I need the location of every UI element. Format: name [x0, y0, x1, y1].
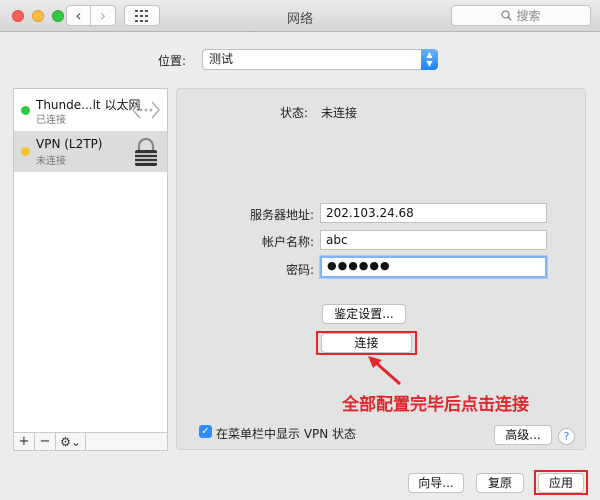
show-in-menubar-checkbox[interactable]: ✓ — [199, 425, 212, 438]
location-select[interactable]: 测试 ▲ ▼ — [202, 49, 438, 70]
service-item-vpn[interactable]: VPN (L2TP) 未连接 — [14, 131, 167, 172]
status-label: 状态: — [280, 106, 309, 120]
search-icon — [501, 10, 513, 21]
revert-button[interactable]: 复原 — [476, 473, 524, 493]
service-status: 未连接 — [36, 156, 66, 167]
help-button[interactable]: ? — [558, 428, 575, 445]
advanced-button[interactable]: 高级... — [494, 425, 552, 445]
account-name-label: 帐户名称: — [261, 235, 314, 249]
server-address-label: 服务器地址: — [249, 208, 314, 222]
annotation-arrow-icon — [368, 356, 401, 386]
title-bar: ‹ › 网络 搜索 — [0, 0, 600, 32]
select-arrows-icon: ▲ ▼ — [421, 49, 438, 70]
location-value: 测试 — [209, 52, 234, 66]
password-field[interactable]: ●●●●●● — [320, 256, 547, 278]
search-field[interactable]: 搜索 — [451, 5, 591, 26]
location-label: 位置: — [158, 54, 187, 68]
sidebar-toolbar: + − ⚙︎⌄ — [13, 432, 168, 451]
service-status: 已连接 — [36, 115, 66, 126]
password-label: 密码: — [285, 263, 314, 277]
apply-button[interactable]: 应用 — [538, 473, 584, 493]
show-in-menubar-label: 在菜单栏中显示 VPN 状态 — [216, 427, 357, 441]
add-service-button[interactable]: + — [14, 433, 35, 450]
status-dot-icon — [21, 147, 30, 156]
remove-service-button[interactable]: − — [35, 433, 56, 450]
gear-icon: ⚙︎⌄ — [60, 434, 81, 449]
ethernet-icon — [132, 101, 160, 119]
connect-button[interactable]: 连接 — [321, 333, 412, 353]
server-address-field[interactable]: 202.103.24.68 — [320, 203, 547, 223]
search-placeholder: 搜索 — [516, 9, 541, 23]
assist-me-button[interactable]: 向导... — [408, 473, 464, 493]
service-name: VPN (L2TP) — [36, 137, 103, 151]
account-name-field[interactable]: abc — [320, 230, 547, 250]
annotation-text: 全部配置完毕后点击连接 — [342, 395, 529, 415]
status-dot-icon — [21, 106, 30, 115]
vpn-lock-icon — [135, 137, 157, 166]
status-value: 未连接 — [321, 106, 358, 120]
service-list: Thunde...lt 以太网 已连接 VPN (L2TP) 未连接 — [13, 88, 168, 450]
gear-menu-button[interactable]: ⚙︎⌄ — [56, 433, 86, 450]
service-item-ethernet[interactable]: Thunde...lt 以太网 已连接 — [14, 90, 167, 131]
authentication-settings-button[interactable]: 鉴定设置... — [322, 304, 406, 324]
